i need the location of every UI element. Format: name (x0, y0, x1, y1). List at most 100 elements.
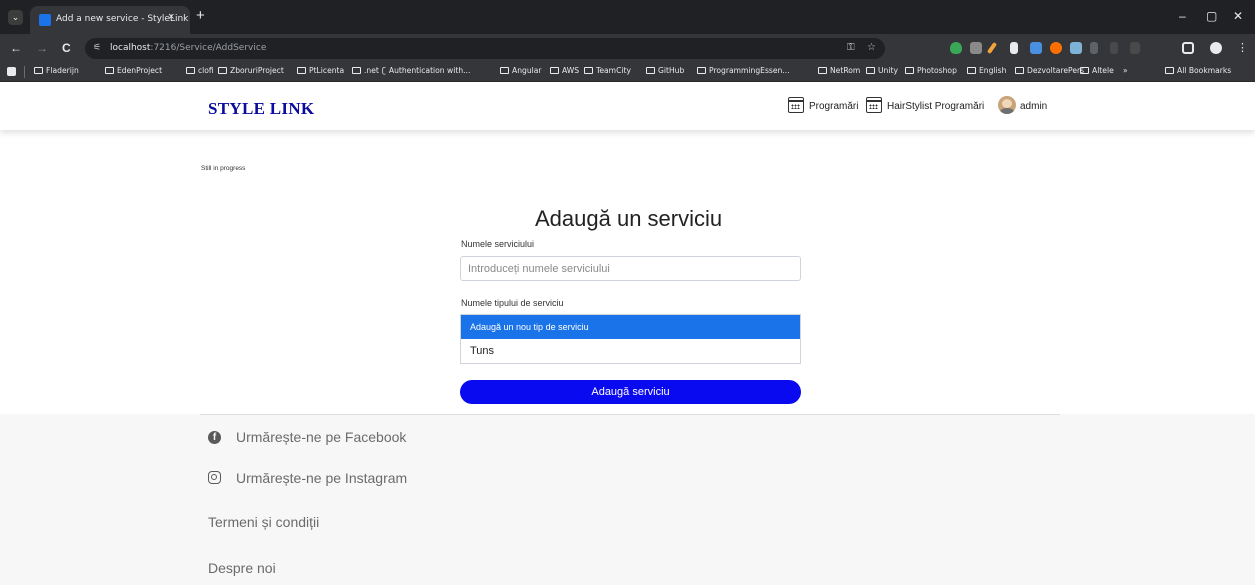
user-avatar[interactable] (998, 96, 1016, 114)
bookmark-folder[interactable]: Fladerijn (34, 66, 79, 75)
progress-note: Still in progress (201, 165, 246, 172)
bookmark-star-icon[interactable]: ☆ (867, 42, 876, 53)
bookmark-folder[interactable]: PtLicenta (297, 66, 344, 75)
bookmark-folder[interactable]: EdenProject (105, 66, 162, 75)
link-icon: ʗ (382, 66, 386, 75)
tab-search-button[interactable]: ⌄ (8, 10, 23, 25)
service-name-input[interactable]: Introduceți numele serviciului (460, 256, 801, 281)
folder-icon (352, 67, 361, 74)
extension-pen-icon[interactable] (986, 41, 998, 55)
instagram-icon (208, 471, 221, 484)
extension-dim-icon-2[interactable] (1110, 42, 1118, 54)
web-page: STYLE LINK Programări HairStylist Progra… (0, 82, 1255, 585)
apps-icon[interactable] (7, 67, 16, 76)
folder-icon (1015, 67, 1024, 74)
bookmark-link[interactable]: ʗ Authentication with... (382, 66, 470, 75)
site-navbar: STYLE LINK Programări HairStylist Progra… (0, 82, 1255, 130)
page-title: Adaugă un serviciu (535, 206, 723, 231)
forward-button[interactable]: → (36, 41, 48, 55)
folder-icon (967, 67, 976, 74)
nav-link-hairstylist-programari[interactable]: HairStylist Programări (887, 101, 984, 112)
folder-icon (218, 67, 227, 74)
add-service-button[interactable]: Adaugă serviciu (460, 380, 801, 404)
instagram-link[interactable]: Urmărește-ne pe Instagram (236, 470, 407, 486)
bookmark-folder[interactable]: ProgrammingEssen... (697, 66, 790, 75)
bookmark-folder[interactable]: Photoshop (905, 66, 957, 75)
bookmark-folder[interactable]: Angular (500, 66, 542, 75)
bookmarks-bar: Fladerijn EdenProject clofi ZboruriProje… (0, 62, 1255, 82)
brand-logo[interactable]: STYLE LINK (208, 99, 314, 119)
service-type-option-tuns[interactable]: Tuns (461, 339, 800, 363)
folder-icon (697, 67, 706, 74)
facebook-link[interactable]: Urmărește-ne pe Facebook (236, 429, 406, 445)
bookmark-folder[interactable]: Altele (1080, 66, 1114, 75)
folder-icon (34, 67, 43, 74)
folder-icon (297, 67, 306, 74)
bookmarks-divider (24, 66, 25, 78)
bookmark-folder[interactable]: ZboruriProject (218, 66, 284, 75)
bookmark-folder[interactable]: English (967, 66, 1006, 75)
extension-shield-icon[interactable] (950, 42, 962, 54)
extension-dim-icon-3[interactable] (1130, 42, 1140, 54)
bookmark-folder[interactable]: .net (352, 66, 379, 75)
nav-link-programari[interactable]: Programări (809, 101, 858, 112)
address-bar[interactable]: ⚟ localhost:7216/Service/AddService ⚿ ☆ (85, 38, 885, 59)
bookmark-folder[interactable]: NetRom (818, 66, 860, 75)
folder-icon (1165, 67, 1174, 74)
password-key-icon[interactable]: ⚿ (847, 42, 855, 53)
restore-button[interactable]: ▢ (1206, 9, 1217, 23)
calendar-icon (866, 97, 882, 113)
browser-toolbar: ← → C ⚟ localhost:7216/Service/AddServic… (0, 34, 1255, 62)
favicon-icon (39, 14, 51, 26)
url-text[interactable]: localhost:7216/Service/AddService (110, 43, 266, 53)
new-tab-button[interactable]: + (196, 8, 205, 23)
folder-icon (818, 67, 827, 74)
extension-save-icon[interactable] (970, 42, 982, 54)
calendar-icon (788, 97, 804, 113)
extension-circle-icon[interactable] (1050, 42, 1062, 54)
bookmark-folder[interactable]: Unity (866, 66, 898, 75)
reload-button[interactable]: C (62, 41, 71, 55)
folder-icon (1080, 67, 1089, 74)
folder-icon (186, 67, 195, 74)
bookmark-folder[interactable]: clofi (186, 66, 214, 75)
folder-icon (500, 67, 509, 74)
service-type-listbox[interactable]: Adaugă un nou tip de serviciu Tuns (460, 314, 801, 364)
folder-icon (584, 67, 593, 74)
extensions-puzzle-icon[interactable] (1182, 42, 1194, 54)
service-name-label: Numele serviciului (461, 239, 535, 249)
folder-icon (905, 67, 914, 74)
close-window-button[interactable]: ✕ (1233, 9, 1243, 23)
service-type-label: Numele tipului de serviciu (461, 298, 564, 308)
browser-tab[interactable]: Add a new service - StyleLink × (30, 6, 190, 34)
folder-icon (550, 67, 559, 74)
nav-user-name[interactable]: admin (1020, 101, 1047, 112)
tab-close-button[interactable]: × (168, 11, 174, 23)
extension-new-icon[interactable] (1030, 42, 1042, 54)
facebook-icon: f (208, 431, 221, 444)
extension-dim-icon[interactable] (1090, 42, 1098, 54)
footer-divider (200, 414, 1060, 415)
service-type-option-new[interactable]: Adaugă un nou tip de serviciu (461, 315, 800, 339)
minimize-button[interactable]: – (1179, 9, 1186, 23)
extension-font-icon[interactable] (1010, 42, 1018, 54)
browser-tab-bar: ⌄ Add a new service - StyleLink × + – ▢ … (0, 0, 1255, 34)
terms-link[interactable]: Termeni și condiții (208, 514, 319, 530)
profile-avatar-icon[interactable] (1210, 42, 1222, 54)
folder-icon (105, 67, 114, 74)
back-button[interactable]: ← (10, 41, 22, 55)
bookmarks-overflow-button[interactable]: » (1123, 66, 1128, 75)
extension-grid-icon[interactable] (1070, 42, 1082, 54)
browser-menu-icon[interactable]: ⋮ (1237, 41, 1248, 55)
folder-icon (866, 67, 875, 74)
bookmark-folder[interactable]: GitHub (646, 66, 684, 75)
service-name-placeholder: Introduceți numele serviciului (468, 263, 610, 275)
bookmark-folder[interactable]: DezvoltarePers (1015, 66, 1084, 75)
all-bookmarks-folder[interactable]: All Bookmarks (1165, 66, 1231, 75)
bookmark-folder[interactable]: AWS (550, 66, 579, 75)
bookmark-folder[interactable]: TeamCity (584, 66, 631, 75)
site-info-icon[interactable]: ⚟ (93, 42, 101, 53)
folder-icon (646, 67, 655, 74)
about-link[interactable]: Despre noi (208, 560, 276, 576)
site-footer: f Urmărește-ne pe Facebook Urmărește-ne … (0, 414, 1255, 585)
